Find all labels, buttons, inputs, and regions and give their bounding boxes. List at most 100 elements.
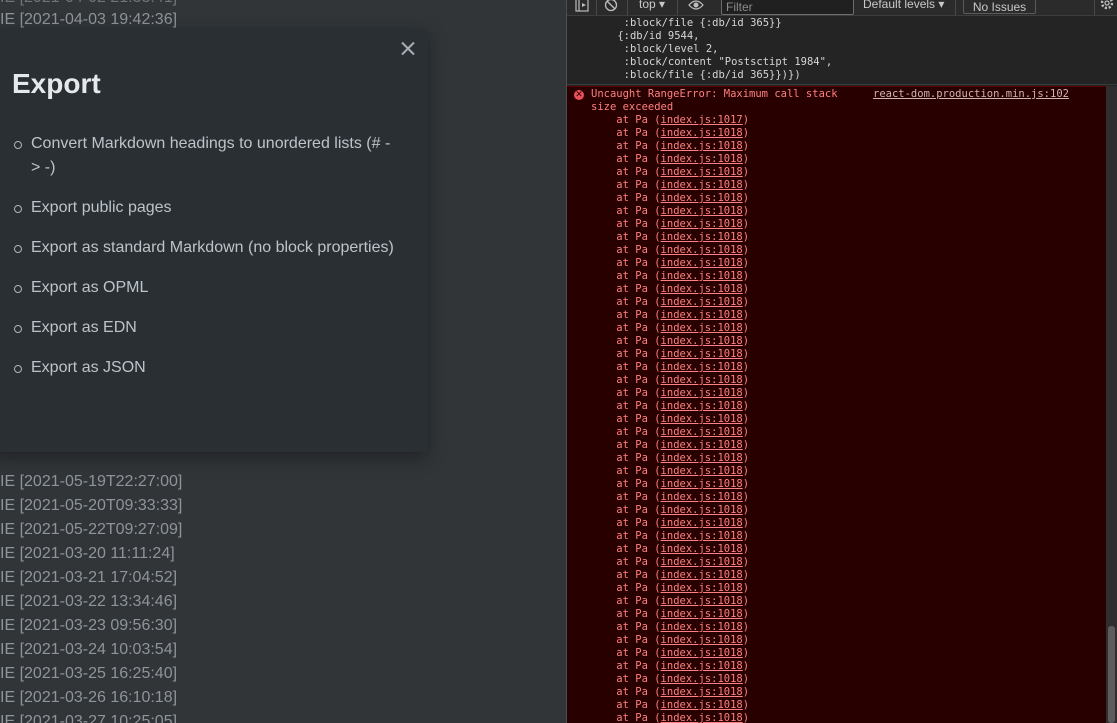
stack-frame-link[interactable]: index.js:1018 bbox=[661, 686, 743, 698]
stack-frame-link[interactable]: index.js:1018 bbox=[661, 556, 743, 568]
stack-frame-link[interactable]: index.js:1018 bbox=[661, 699, 743, 711]
stack-frame-link[interactable]: index.js:1018 bbox=[661, 413, 743, 425]
export-option-json[interactable]: Export as JSON bbox=[14, 356, 394, 380]
background-journal-line: IE [2021-04-02 21:33:41] bbox=[0, 0, 177, 7]
toolbar-separator bbox=[596, 0, 597, 15]
stack-frame-link[interactable]: index.js:1018 bbox=[661, 621, 743, 633]
stack-frame: at Pa (index.js:1018) bbox=[591, 348, 750, 360]
background-journal-line: IE [2021-03-25 16:25:40] bbox=[0, 665, 178, 682]
stack-frame-link[interactable]: index.js:1018 bbox=[661, 231, 743, 243]
stack-frame-link[interactable]: index.js:1018 bbox=[661, 569, 743, 581]
export-option-public-pages[interactable]: Export public pages bbox=[14, 196, 394, 220]
stack-frame-link[interactable]: index.js:1018 bbox=[661, 634, 743, 646]
stack-frame-link[interactable]: index.js:1018 bbox=[661, 608, 743, 620]
stack-frame: at Pa (index.js:1018) bbox=[591, 309, 750, 321]
stack-frame-link[interactable]: index.js:1018 bbox=[661, 712, 743, 723]
filter-input[interactable]: Filter bbox=[721, 0, 854, 15]
issues-button[interactable]: No Issues bbox=[963, 0, 1036, 14]
log-levels-dropdown[interactable]: Default levels ▾ bbox=[863, 0, 944, 11]
stack-frame-link[interactable]: index.js:1018 bbox=[661, 140, 743, 152]
error-entry: ✕ Uncaught RangeError: Maximum call stac… bbox=[567, 86, 1106, 723]
toolbar-separator bbox=[677, 0, 678, 15]
stack-frame: at Pa (index.js:1018) bbox=[591, 127, 750, 139]
eye-icon[interactable] bbox=[688, 0, 704, 14]
stack-frame: at Pa (index.js:1018) bbox=[591, 413, 750, 425]
stack-frame-link[interactable]: index.js:1018 bbox=[661, 244, 743, 256]
gear-icon[interactable] bbox=[1099, 0, 1115, 14]
stack-frame: at Pa (index.js:1018) bbox=[591, 231, 750, 243]
stack-frame-link[interactable]: index.js:1018 bbox=[661, 647, 743, 659]
stack-frame-link[interactable]: index.js:1018 bbox=[661, 335, 743, 347]
toolbar-separator bbox=[1094, 0, 1095, 15]
stack-frame-link[interactable]: index.js:1018 bbox=[661, 192, 743, 204]
stack-frame-link[interactable]: index.js:1018 bbox=[661, 543, 743, 555]
clear-console-icon[interactable] bbox=[604, 0, 618, 14]
stack-frame-link[interactable]: index.js:1018 bbox=[661, 374, 743, 386]
stack-frame-link[interactable]: index.js:1018 bbox=[661, 309, 743, 321]
background-journal-line: IE [2021-03-22 13:34:46] bbox=[0, 593, 178, 610]
stack-frame-link[interactable]: index.js:1018 bbox=[661, 595, 743, 607]
scrollbar-thumb[interactable] bbox=[1108, 626, 1115, 723]
error-icon: ✕ bbox=[574, 90, 584, 100]
background-journal-line: IE [2021-03-27 10:25:05] bbox=[0, 713, 178, 723]
stack-frame-link[interactable]: index.js:1018 bbox=[661, 660, 743, 672]
stack-frame-link[interactable]: index.js:1018 bbox=[661, 348, 743, 360]
stack-frame-link[interactable]: index.js:1018 bbox=[661, 426, 743, 438]
stack-frame-link[interactable]: index.js:1018 bbox=[661, 491, 743, 503]
stack-frame-link[interactable]: index.js:1018 bbox=[661, 361, 743, 373]
stack-frame-link[interactable]: index.js:1018 bbox=[661, 582, 743, 594]
stack-frame-link[interactable]: index.js:1018 bbox=[661, 452, 743, 464]
stack-frame: at Pa (index.js:1018) bbox=[591, 166, 750, 178]
sidebar-toggle-icon[interactable] bbox=[575, 0, 589, 14]
stack-frame: at Pa (index.js:1018) bbox=[591, 647, 750, 659]
export-option-standard-markdown[interactable]: Export as standard Markdown (no block pr… bbox=[14, 236, 394, 260]
stack-frame: at Pa (index.js:1018) bbox=[591, 530, 750, 542]
log-line: :block/file {:db/id 365}})}) bbox=[611, 69, 801, 81]
stack-frame-link[interactable]: index.js:1018 bbox=[661, 270, 743, 282]
export-option-opml[interactable]: Export as OPML bbox=[14, 276, 394, 300]
stack-frame: at Pa (index.js:1017) bbox=[591, 114, 750, 126]
background-journal-line: IE [2021-03-20 11:11:24] bbox=[0, 545, 175, 562]
export-option-convert-headings[interactable]: Convert Markdown headings to unordered l… bbox=[14, 132, 394, 180]
background-journal-line: IE [2021-05-20T09:33:33] bbox=[0, 497, 183, 514]
console-log-entry: :block/file {:db/id 365}} {:db/id 9544, … bbox=[567, 17, 1117, 85]
stack-frame: at Pa (index.js:1018) bbox=[591, 556, 750, 568]
stack-frame-link[interactable]: index.js:1018 bbox=[661, 673, 743, 685]
stack-frame: at Pa (index.js:1018) bbox=[591, 504, 750, 516]
console-toolbar: top ▾ Filter Default levels ▾ No Issues bbox=[567, 0, 1117, 16]
stack-frame: at Pa (index.js:1018) bbox=[591, 322, 750, 334]
stack-frame-link[interactable]: index.js:1018 bbox=[661, 283, 743, 295]
stack-frame-link[interactable]: index.js:1018 bbox=[661, 166, 743, 178]
stack-frame-link[interactable]: index.js:1018 bbox=[661, 153, 743, 165]
stack-frame-link[interactable]: index.js:1018 bbox=[661, 517, 743, 529]
stack-frame: at Pa (index.js:1018) bbox=[591, 257, 750, 269]
stack-frame-link[interactable]: index.js:1018 bbox=[661, 127, 743, 139]
app-pane: IE [2021-04-02 21:33:41] IE [2021-04-03 … bbox=[0, 0, 566, 723]
export-modal: Export Convert Markdown headings to unor… bbox=[0, 28, 428, 452]
context-selector[interactable]: top ▾ bbox=[639, 0, 665, 11]
stack-frame-link[interactable]: index.js:1018 bbox=[661, 387, 743, 399]
stack-frame-link[interactable]: index.js:1018 bbox=[661, 179, 743, 191]
stack-frame-link[interactable]: index.js:1018 bbox=[661, 478, 743, 490]
stack-frame-link[interactable]: index.js:1018 bbox=[661, 205, 743, 217]
stack-frame-link[interactable]: index.js:1018 bbox=[661, 400, 743, 412]
stack-frame-link[interactable]: index.js:1018 bbox=[661, 530, 743, 542]
stack-frame-link[interactable]: index.js:1018 bbox=[661, 257, 743, 269]
error-source-link[interactable]: react-dom.production.min.js:102 bbox=[873, 88, 1069, 101]
stack-trace: at Pa (index.js:1017) at Pa (index.js:10… bbox=[591, 114, 749, 723]
stack-frame-link[interactable]: index.js:1018 bbox=[661, 296, 743, 308]
export-option-edn[interactable]: Export as EDN bbox=[14, 316, 394, 340]
background-journal-line: IE [2021-03-23 09:56:30] bbox=[0, 617, 178, 634]
stack-frame-link[interactable]: index.js:1018 bbox=[661, 504, 743, 516]
console-scrollbar[interactable] bbox=[1106, 86, 1117, 723]
stack-frame: at Pa (index.js:1018) bbox=[591, 699, 750, 711]
stack-frame: at Pa (index.js:1018) bbox=[591, 205, 750, 217]
stack-frame-link[interactable]: index.js:1018 bbox=[661, 439, 743, 451]
log-line: :block/content "Postsctipt 1984", bbox=[611, 56, 833, 68]
stack-frame-link[interactable]: index.js:1017 bbox=[661, 114, 743, 126]
stack-frame-link[interactable]: index.js:1018 bbox=[661, 465, 743, 477]
stack-frame-link[interactable]: index.js:1018 bbox=[661, 322, 743, 334]
stack-frame: at Pa (index.js:1018) bbox=[591, 335, 750, 347]
close-icon[interactable] bbox=[398, 38, 418, 58]
stack-frame-link[interactable]: index.js:1018 bbox=[661, 218, 743, 230]
